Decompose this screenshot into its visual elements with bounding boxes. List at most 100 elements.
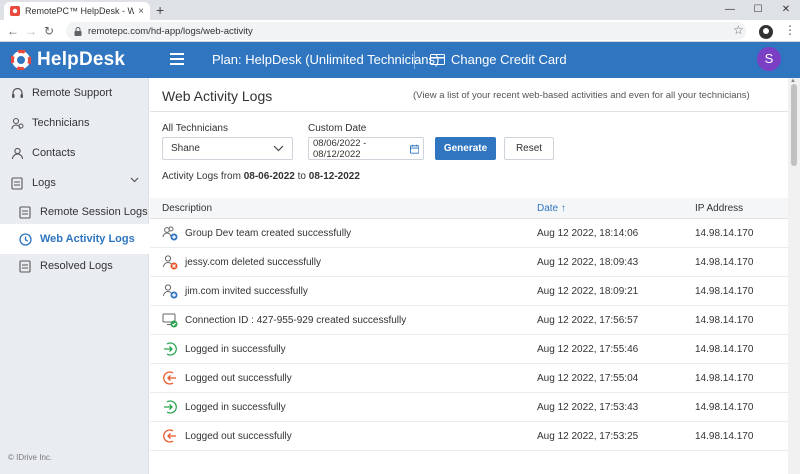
row-date: Aug 12 2022, 17:55:04 — [537, 373, 639, 384]
row-description: jim.com invited successfully — [185, 286, 308, 297]
technicians-icon — [10, 116, 24, 130]
range-to-word: to — [297, 171, 306, 182]
address-bar[interactable]: remotepc.com/hd-app/logs/web-activity — [66, 22, 746, 40]
scrollbar-thumb[interactable] — [791, 84, 797, 166]
reload-icon[interactable]: ↻ — [40, 24, 58, 38]
change-credit-card-link[interactable]: Change Credit Card — [430, 52, 567, 67]
sort-ascending-icon: ↑ — [560, 203, 566, 214]
title-divider — [150, 111, 788, 112]
column-date-sort[interactable]: Date ↑ — [537, 203, 566, 214]
change-credit-card-label: Change Credit Card — [451, 52, 567, 67]
reset-button[interactable]: Reset — [504, 137, 554, 160]
table-row: jim.com invited successfully Aug 12 2022,… — [150, 277, 788, 306]
header-divider — [414, 51, 415, 69]
user-delete-icon — [162, 254, 178, 270]
row-date: Aug 12 2022, 17:56:57 — [537, 315, 639, 326]
row-ip-address: 14.98.14.170 — [695, 402, 754, 413]
back-icon[interactable]: ← — [4, 24, 22, 38]
sidebar-item-contacts[interactable]: Contacts — [0, 138, 149, 168]
sidebar-item-label: Technicians — [32, 117, 90, 129]
headset-icon — [10, 86, 24, 100]
custom-date-label: Custom Date — [308, 123, 367, 134]
credit-card-icon — [430, 54, 445, 65]
document-icon — [10, 176, 24, 190]
chevron-down-icon[interactable] — [130, 177, 139, 183]
range-prefix: Activity Logs from — [162, 171, 241, 182]
tab-close-icon[interactable]: × — [138, 6, 144, 17]
calendar-icon[interactable] — [409, 144, 419, 154]
minimize-button[interactable]: — — [716, 0, 744, 20]
sidebar-item-label: Contacts — [32, 147, 76, 159]
row-date: Aug 12 2022, 17:53:43 — [537, 402, 639, 413]
hamburger-menu-icon[interactable] — [170, 53, 184, 65]
tab-title: RemotePC™ HelpDesk - Web Ac — [25, 6, 135, 16]
table-header: Description Date ↑ IP Address — [150, 198, 788, 219]
technician-select-value: Shane — [171, 143, 200, 154]
row-date: Aug 12 2022, 18:14:06 — [537, 228, 639, 239]
range-from: 08-06-2022 — [243, 171, 295, 182]
document-icon — [18, 205, 32, 219]
row-ip-address: 14.98.14.170 — [695, 431, 754, 442]
sidebar-item-label: Remote Session Logs — [40, 206, 148, 218]
url-text: remotepc.com/hd-app/logs/web-activity — [88, 25, 253, 37]
bookmark-star-icon[interactable]: ☆ — [733, 23, 744, 37]
row-ip-address: 14.98.14.170 — [695, 373, 754, 384]
table-row: Logged in successfully Aug 12 2022, 17:53… — [150, 393, 788, 422]
logo-text: HelpDesk — [37, 49, 126, 70]
close-window-button[interactable]: ✕ — [772, 0, 800, 20]
sidebar-item-label: Web Activity Logs — [40, 233, 135, 245]
maximize-button[interactable]: ☐ — [744, 0, 772, 20]
sidebar-item-technicians[interactable]: Technicians — [0, 108, 149, 138]
user-invite-icon — [162, 283, 178, 299]
sidebar-item-label: Remote Support — [32, 87, 113, 99]
sidebar-item-remote-support[interactable]: Remote Support — [0, 78, 149, 108]
row-date: Aug 12 2022, 18:09:21 — [537, 286, 639, 297]
lock-icon — [74, 26, 82, 36]
page-title: Web Activity Logs — [162, 88, 273, 104]
row-description: Group Dev team created successfully — [185, 228, 352, 239]
table-row: jessy.com deleted successfully Aug 12 202… — [150, 248, 788, 277]
column-description: Description — [162, 203, 213, 214]
row-ip-address: 14.98.14.170 — [695, 228, 754, 239]
sidebar-item-resolved-logs[interactable]: Resolved Logs — [0, 251, 149, 281]
lifebuoy-logo-icon — [11, 50, 31, 70]
login-icon — [162, 341, 178, 357]
sidebar-item-label: Logs — [32, 177, 56, 189]
row-date: Aug 12 2022, 17:53:25 — [537, 431, 639, 442]
forward-icon[interactable]: → — [22, 24, 40, 38]
browser-tab[interactable]: RemotePC™ HelpDesk - Web Ac × — [4, 2, 150, 20]
new-tab-button[interactable]: + — [156, 2, 164, 18]
browser-tabstrip: RemotePC™ HelpDesk - Web Ac × + — ☐ ✕ — [0, 0, 800, 20]
document-icon — [18, 259, 32, 273]
sidebar-item-web-activity-logs[interactable]: Web Activity Logs — [0, 224, 149, 254]
helpdesk-logo[interactable]: HelpDesk — [11, 49, 125, 71]
row-description: Connection ID : 427-955-929 created succ… — [185, 315, 407, 326]
row-ip-address: 14.98.14.170 — [695, 286, 754, 297]
row-description: Logged out successfully — [185, 431, 292, 442]
row-description: Logged out successfully — [185, 373, 292, 384]
date-range-input[interactable]: 08/06/2022 - 08/12/2022 — [308, 137, 424, 160]
table-row: Logged out successfully Aug 12 2022, 17:5… — [150, 364, 788, 393]
table-row: Group Dev team created successfully Aug 1… — [150, 219, 788, 248]
sidebar-item-label: Resolved Logs — [40, 260, 113, 272]
technician-select[interactable]: Shane — [162, 137, 293, 160]
row-ip-address: 14.98.14.170 — [695, 315, 754, 326]
user-avatar[interactable]: S — [757, 47, 781, 71]
browser-menu-icon[interactable]: ⋮ — [784, 23, 796, 37]
chevron-down-icon — [273, 145, 284, 152]
clock-icon — [18, 232, 32, 246]
browser-toolbar: ← → ↻ remotepc.com/hd-app/logs/web-activ… — [0, 20, 800, 42]
group-add-icon — [162, 225, 178, 241]
computer-check-icon — [162, 312, 178, 328]
logout-icon — [162, 428, 178, 444]
sidebar-item-logs[interactable]: Logs — [0, 168, 149, 198]
page-subtitle: (View a list of your recent web-based ac… — [413, 90, 750, 101]
column-ip-address: IP Address — [695, 203, 744, 214]
generate-button[interactable]: Generate — [435, 137, 496, 160]
table-row: Connection ID : 427-955-929 created succ… — [150, 306, 788, 335]
page-scrollbar[interactable]: ▲ — [788, 78, 800, 474]
profile-icon[interactable] — [759, 25, 773, 39]
column-date-label: Date — [537, 203, 559, 214]
row-ip-address: 14.98.14.170 — [695, 257, 754, 268]
sidebar-item-remote-session-logs[interactable]: Remote Session Logs — [0, 197, 149, 227]
